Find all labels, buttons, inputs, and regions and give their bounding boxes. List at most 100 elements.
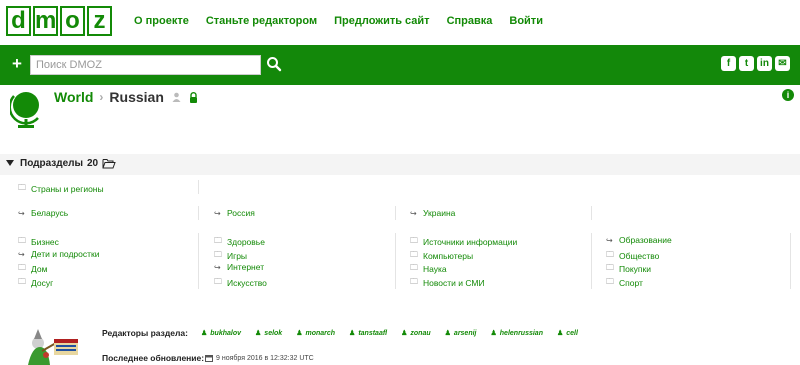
category-label: Россия bbox=[227, 208, 255, 218]
divider bbox=[198, 206, 199, 220]
linkedin-icon[interactable]: in bbox=[757, 56, 772, 71]
folder-icon: 🗀 bbox=[214, 236, 222, 245]
category-item[interactable]: ↪ Интернет bbox=[214, 262, 264, 272]
editor-link[interactable]: ♟ selok bbox=[255, 329, 283, 338]
divider bbox=[591, 233, 592, 289]
logo-letter: z bbox=[87, 6, 112, 36]
editor-name: cell bbox=[566, 329, 578, 337]
editors-label: Редакторы раздела: bbox=[102, 328, 188, 338]
category-label: Покупки bbox=[619, 264, 651, 274]
facebook-icon[interactable]: f bbox=[721, 56, 736, 71]
category-item[interactable]: 🗀 Здоровье bbox=[214, 235, 265, 249]
category-regions[interactable]: 🗀 Страны и регионы bbox=[18, 182, 104, 196]
nav-links: О проекте Станьте редактором Предложить … bbox=[134, 15, 560, 27]
last-update-label: Последнее обновление: bbox=[102, 353, 205, 363]
editor-link[interactable]: ♟ helenrussian bbox=[490, 329, 543, 338]
category-label: Игры bbox=[227, 251, 248, 261]
category-label: Беларусь bbox=[31, 208, 69, 218]
category-label: Источники информации bbox=[423, 237, 518, 247]
related-ukraine[interactable]: ↪ Украина bbox=[410, 208, 455, 218]
category-item[interactable]: 🗀 Источники информации bbox=[410, 235, 517, 249]
folder-icon: 🗀 bbox=[18, 236, 26, 245]
nav-become-editor-link[interactable]: Станьте редактором bbox=[206, 15, 317, 27]
email-icon[interactable]: ✉ bbox=[775, 56, 790, 71]
lock-icon[interactable] bbox=[189, 91, 198, 103]
related-belarus[interactable]: ↪ Беларусь bbox=[18, 208, 68, 218]
nav-suggest-site-link[interactable]: Предложить сайт bbox=[334, 15, 429, 27]
nav-about-link[interactable]: О проекте bbox=[134, 15, 189, 27]
category-item[interactable]: 🗀 Бизнес bbox=[18, 235, 59, 249]
nav-help-link[interactable]: Справка bbox=[447, 15, 493, 27]
category-label: Здоровье bbox=[227, 237, 265, 247]
user-icon: ♟ bbox=[349, 330, 356, 337]
subsections-header[interactable]: Подразделы 20 bbox=[0, 154, 800, 175]
folder-open-icon bbox=[102, 159, 116, 169]
last-update-value: 9 ноября 2016 в 12:32:32 UTC bbox=[205, 354, 314, 362]
folder-icon: 🗀 bbox=[18, 263, 26, 272]
breadcrumb-world-link[interactable]: World bbox=[54, 89, 93, 105]
chevron-right-icon: › bbox=[99, 90, 104, 104]
search-icon[interactable] bbox=[266, 56, 282, 72]
editor-link[interactable]: ♟ monarch bbox=[296, 329, 336, 338]
logo-letter: d bbox=[6, 6, 31, 36]
editor-name: tanstaafl bbox=[358, 329, 388, 337]
search-input[interactable] bbox=[30, 55, 261, 75]
editor-link[interactable]: ♟ cell bbox=[556, 329, 578, 338]
category-item[interactable]: 🗀 Новости и СМИ bbox=[410, 276, 485, 290]
editor-link[interactable]: ♟ arsenij bbox=[444, 329, 477, 338]
logo-letter: o bbox=[60, 6, 85, 36]
user-icon: ♟ bbox=[255, 330, 262, 337]
user-icon[interactable] bbox=[172, 92, 181, 102]
share-arrow-icon: ↪ bbox=[606, 235, 613, 245]
breadcrumb-current: Russian bbox=[109, 89, 164, 105]
twitter-icon[interactable]: t bbox=[739, 56, 754, 71]
share-arrow-icon: ↪ bbox=[410, 208, 417, 218]
editors-list: ♟ bukhalov ♟ selok ♟ monarch ♟ tanstaafl ♟ zo… bbox=[201, 329, 592, 338]
category-item[interactable]: 🗀 Искусство bbox=[214, 276, 267, 290]
divider bbox=[591, 206, 592, 220]
folder-icon: 🗀 bbox=[410, 250, 418, 259]
category-label: Дети и подростки bbox=[31, 249, 100, 259]
category-label: Образование bbox=[619, 235, 672, 245]
category-item[interactable]: 🗀 Компьютеры bbox=[410, 249, 473, 263]
category-item[interactable]: ↪ Образование bbox=[606, 235, 672, 245]
category-item[interactable]: 🗀 Покупки bbox=[606, 262, 651, 276]
category-item[interactable]: 🗀 Досуг bbox=[18, 276, 53, 290]
editor-name: monarch bbox=[305, 329, 336, 337]
category-label: Досуг bbox=[31, 278, 54, 288]
plus-icon[interactable]: + bbox=[12, 54, 22, 74]
category-item[interactable]: 🗀 Дом bbox=[18, 262, 47, 276]
share-arrow-icon: ↪ bbox=[18, 249, 25, 259]
last-update-date: 9 ноября 2016 в 12:32:32 UTC bbox=[216, 354, 314, 362]
folder-icon: 🗀 bbox=[606, 277, 614, 286]
globe-icon bbox=[10, 92, 39, 128]
editor-link[interactable]: ♟ bukhalov bbox=[201, 329, 242, 338]
category-item[interactable]: 🗀 Игры bbox=[214, 249, 247, 263]
folder-icon: 🗀 bbox=[18, 277, 26, 286]
category-item[interactable]: 🗀 Спорт bbox=[606, 276, 643, 290]
user-icon: ♟ bbox=[556, 330, 564, 337]
info-icon[interactable]: i bbox=[782, 89, 794, 101]
category-label: Общество bbox=[619, 251, 660, 261]
search-bar: + f t in ✉ bbox=[0, 45, 800, 85]
divider bbox=[790, 233, 791, 289]
nav-login-link[interactable]: Войти bbox=[509, 15, 543, 27]
related-russia[interactable]: ↪ Россия bbox=[214, 208, 255, 218]
category-label: Страны и регионы bbox=[31, 184, 104, 194]
category-item[interactable]: 🗀 Общество bbox=[606, 249, 659, 263]
category-item[interactable]: 🗀 Наука bbox=[410, 262, 447, 276]
dmoz-logo[interactable]: d m o z bbox=[6, 6, 112, 36]
category-item[interactable]: ↪ Дети и подростки bbox=[18, 249, 99, 259]
editor-name: selok bbox=[264, 329, 283, 337]
category-label: Искусство bbox=[227, 278, 267, 288]
share-arrow-icon: ↪ bbox=[214, 208, 221, 218]
caret-down-icon[interactable] bbox=[6, 160, 14, 166]
user-icon: ♟ bbox=[490, 330, 497, 337]
editor-name: bukhalov bbox=[210, 329, 242, 337]
user-icon: ♟ bbox=[444, 330, 451, 337]
logo-letter: m bbox=[33, 6, 58, 36]
folder-icon: 🗀 bbox=[410, 263, 418, 272]
editor-link[interactable]: ♟ tanstaafl bbox=[349, 329, 388, 338]
editor-name: helenrussian bbox=[499, 329, 543, 337]
editor-link[interactable]: ♟ zonau bbox=[401, 329, 431, 338]
